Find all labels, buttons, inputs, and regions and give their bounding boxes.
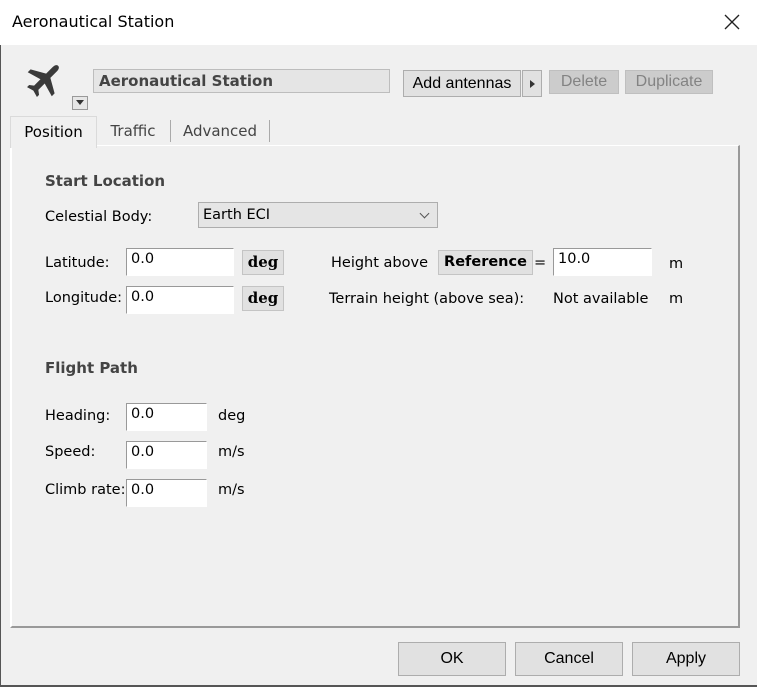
height-unit: m [669, 256, 684, 272]
duplicate-button[interactable]: Duplicate [625, 70, 713, 94]
height-above-label: Height above [331, 255, 429, 271]
close-icon[interactable] [722, 12, 742, 32]
tab-advanced[interactable]: Advanced [171, 120, 270, 142]
delete-button[interactable]: Delete [549, 70, 619, 94]
ok-button[interactable]: OK [398, 642, 506, 676]
height-input[interactable]: 10.0 [553, 248, 652, 276]
longitude-unit-button[interactable]: deg [242, 286, 284, 311]
cancel-button[interactable]: Cancel [515, 642, 623, 676]
title-bar: Aeronautical Station [0, 0, 757, 45]
speed-unit: m/s [218, 444, 245, 460]
station-type-dropdown[interactable] [72, 96, 88, 110]
height-reference-button[interactable]: Reference [438, 250, 533, 275]
tab-traffic[interactable]: Traffic [96, 120, 171, 142]
heading-input[interactable]: 0.0 [126, 403, 207, 431]
flight-path-heading: Flight Path [45, 359, 138, 377]
chevron-down-icon [419, 208, 430, 219]
airplane-icon[interactable] [24, 58, 64, 102]
climb-rate-label: Climb rate: [45, 482, 126, 498]
celestial-body-value: Earth ECI [203, 207, 271, 223]
terrain-height-unit: m [669, 291, 684, 307]
window-border-left [0, 0, 1, 687]
celestial-body-label: Celestial Body: [45, 209, 153, 225]
celestial-body-select[interactable]: Earth ECI [198, 202, 438, 228]
speed-label: Speed: [45, 444, 96, 460]
longitude-label: Longitude: [45, 290, 123, 306]
add-antennas-menu-arrow[interactable] [522, 70, 542, 97]
climb-rate-input[interactable]: 0.0 [126, 479, 207, 507]
start-location-heading: Start Location [45, 172, 166, 190]
heading-unit: deg [218, 408, 246, 424]
longitude-input[interactable]: 0.0 [126, 286, 234, 314]
terrain-height-value: Not available [553, 291, 649, 307]
terrain-height-label: Terrain height (above sea): [329, 291, 525, 307]
latitude-input[interactable]: 0.0 [126, 248, 234, 276]
station-name-field[interactable]: Aeronautical Station [93, 69, 390, 93]
apply-button[interactable]: Apply [632, 642, 740, 676]
climb-rate-unit: m/s [218, 482, 245, 498]
window-title: Aeronautical Station [12, 12, 175, 31]
equals-sign: = [534, 255, 547, 271]
latitude-label: Latitude: [45, 255, 110, 271]
speed-input[interactable]: 0.0 [126, 441, 207, 469]
add-antennas-button[interactable]: Add antennas [403, 70, 521, 97]
latitude-unit-button[interactable]: deg [242, 250, 284, 275]
tab-position[interactable]: Position [10, 116, 97, 148]
heading-label: Heading: [45, 408, 111, 424]
